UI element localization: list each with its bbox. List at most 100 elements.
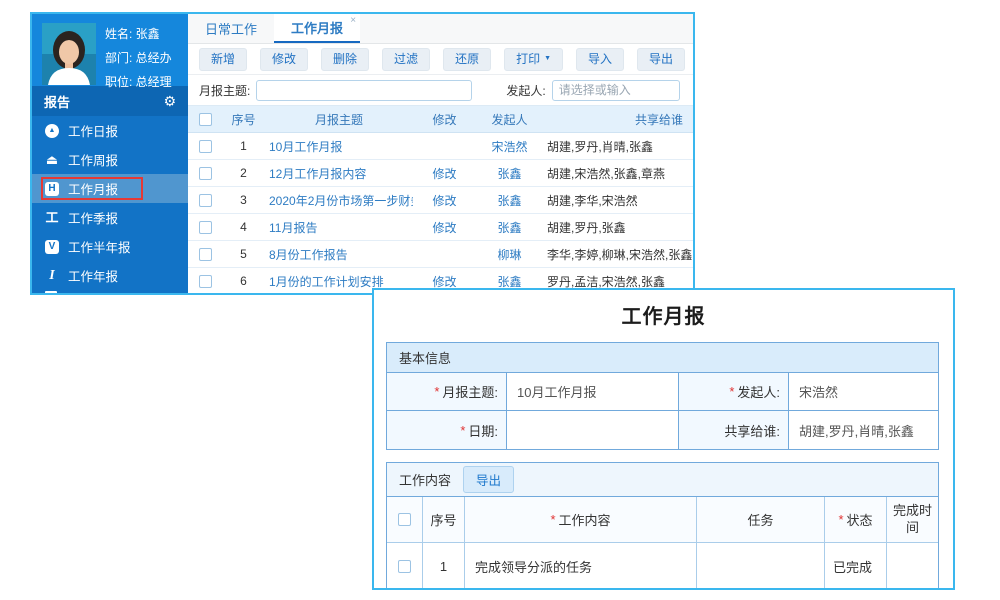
initiator-link[interactable]: 张鑫 bbox=[476, 165, 543, 182]
work-column-content: * 工作内容 bbox=[465, 497, 697, 542]
tab-monthly-report[interactable]: 工作月报 × bbox=[274, 14, 360, 43]
topic-link[interactable]: 12月工作月报内容 bbox=[265, 165, 413, 182]
work-select-all-checkbox[interactable] bbox=[398, 513, 411, 526]
sidebar-section-header: 报告 ⚙ bbox=[32, 86, 188, 116]
modify-link[interactable]: 修改 bbox=[413, 165, 476, 182]
row-no: 2 bbox=[222, 166, 265, 180]
initiator-filter-input[interactable] bbox=[552, 80, 680, 101]
tab-bar: 日常工作 工作月报 × bbox=[188, 14, 693, 44]
work-table-header-row: 序号 * 工作内容 任务 * 状态 完成时间 bbox=[387, 497, 938, 543]
sidebar-item-quarterly-report[interactable]: 工 工作季报 bbox=[32, 203, 188, 232]
sidebar-item-monthly-report[interactable]: H 工作月报 bbox=[32, 174, 188, 203]
work-column-no: 序号 bbox=[423, 497, 465, 542]
work-row-checkbox[interactable] bbox=[398, 560, 411, 573]
work-table-row: 1 完成领导分派的任务 已完成 bbox=[387, 543, 938, 589]
restore-button[interactable]: 还原 bbox=[443, 48, 491, 71]
required-asterisk: * bbox=[838, 512, 843, 527]
row-checkbox[interactable] bbox=[199, 140, 212, 153]
row-checkbox[interactable] bbox=[199, 221, 212, 234]
field-value-shared: 胡建,罗丹,肖晴,张鑫 bbox=[789, 411, 938, 449]
sidebar-item-daily-report[interactable]: ▲ 工作日报 bbox=[32, 116, 188, 145]
work-column-time: 完成时间 bbox=[887, 497, 938, 542]
annual-report-icon: I bbox=[45, 269, 59, 283]
field-label-date: * 日期: bbox=[387, 411, 507, 449]
row-checkbox[interactable] bbox=[199, 248, 212, 261]
add-button[interactable]: 新增 bbox=[199, 48, 247, 71]
column-header-no[interactable]: 序号 bbox=[222, 111, 265, 128]
topic-link[interactable]: 1月份的工作计划安排 bbox=[265, 273, 413, 290]
monthly-report-icon: H bbox=[45, 182, 59, 196]
work-column-status: * 状态 bbox=[825, 497, 887, 542]
export-button-toolbar[interactable]: 导出 bbox=[637, 48, 685, 71]
topic-filter-label: 月报主题: bbox=[199, 82, 250, 99]
print-button-label: 打印 bbox=[516, 52, 540, 67]
table-row: 2 12月工作月报内容 修改 张鑫 胡建,宋浩然,张鑫,章燕 bbox=[188, 160, 693, 187]
weekly-report-icon: ⏏ bbox=[45, 153, 59, 167]
field-label-initiator: * 发起人: bbox=[679, 373, 789, 411]
sidebar: 姓名: 张鑫 部门: 总经办 职位: 总经理 报告 ⚙ ▲ 工作日报 ⏏ 工作周… bbox=[32, 14, 188, 293]
field-label-topic: * 月报主题: bbox=[387, 373, 507, 411]
modify-link[interactable]: 修改 bbox=[413, 273, 476, 290]
detail-title: 工作月报 bbox=[374, 300, 953, 329]
topic-filter-input[interactable] bbox=[256, 80, 472, 101]
initiator-link[interactable]: 柳琳 bbox=[476, 246, 543, 263]
modify-button[interactable]: 修改 bbox=[260, 48, 308, 71]
topic-link[interactable]: 2020年2月份市场第一步财务... bbox=[265, 192, 413, 209]
sidebar-item-label: 工作月报 bbox=[68, 179, 118, 198]
sidebar-item-label: 工作半年报 bbox=[68, 237, 131, 256]
work-content-table: 序号 * 工作内容 任务 * 状态 完成时间 1 完成领导分派的任务 已完成 bbox=[387, 497, 938, 589]
tab-label: 日常工作 bbox=[205, 19, 257, 38]
initiator-link[interactable]: 宋浩然 bbox=[476, 138, 543, 155]
sidebar-item-weekly-report[interactable]: ⏏ 工作周报 bbox=[32, 145, 188, 174]
sidebar-item-annual-report[interactable]: I 工作年报 bbox=[32, 261, 188, 290]
work-content-title: 工作内容 bbox=[399, 470, 451, 489]
modify-link[interactable]: 修改 bbox=[413, 219, 476, 236]
shared-with: 胡建,宋浩然,张鑫,章燕 bbox=[543, 165, 693, 182]
column-header-shared[interactable]: 共享给谁 bbox=[543, 111, 693, 128]
initiator-link[interactable]: 张鑫 bbox=[476, 192, 543, 209]
select-all-checkbox[interactable] bbox=[199, 113, 212, 126]
close-icon[interactable]: × bbox=[350, 15, 356, 26]
row-checkbox[interactable] bbox=[199, 275, 212, 288]
row-checkbox[interactable] bbox=[199, 167, 212, 180]
shared-with: 胡建,李华,宋浩然 bbox=[543, 192, 693, 209]
export-button[interactable]: 导出 bbox=[463, 466, 514, 493]
row-no: 4 bbox=[222, 220, 265, 234]
work-row-time bbox=[887, 543, 938, 589]
sidebar-item-semiannual-report[interactable]: V 工作半年报 bbox=[32, 232, 188, 261]
work-content-header: 工作内容 导出 bbox=[387, 463, 938, 497]
column-header-initiator[interactable]: 发起人 bbox=[476, 111, 543, 128]
print-button[interactable]: 打印 ▼ bbox=[504, 48, 563, 71]
gear-icon[interactable]: ⚙ bbox=[163, 94, 176, 108]
initiator-link[interactable]: 张鑫 bbox=[476, 219, 543, 236]
work-row-content: 完成领导分派的任务 bbox=[465, 543, 697, 589]
required-asterisk: * bbox=[434, 384, 439, 399]
app-window: 姓名: 张鑫 部门: 总经办 职位: 总经理 报告 ⚙ ▲ 工作日报 ⏏ 工作周… bbox=[30, 12, 695, 295]
main-content: 日常工作 工作月报 × 新增 修改 删除 过滤 还原 打印 ▼ 导入 导出 查看… bbox=[188, 14, 693, 293]
modify-link[interactable]: 修改 bbox=[413, 192, 476, 209]
caret-down-icon: ▼ bbox=[544, 55, 551, 64]
topic-link[interactable]: 11月报告 bbox=[265, 219, 413, 236]
sidebar-section-title: 报告 bbox=[44, 92, 70, 111]
topic-link[interactable]: 8月份工作报告 bbox=[265, 246, 413, 263]
row-checkbox[interactable] bbox=[199, 194, 212, 207]
sidebar-item-label: 工作周报 bbox=[68, 150, 118, 169]
filter-button[interactable]: 过滤 bbox=[382, 48, 430, 71]
import-button[interactable]: 导入 bbox=[576, 48, 624, 71]
basic-info-section: 基本信息 * 月报主题: 10月工作月报 * 发起人: 宋浩然 * 日期: 共享… bbox=[386, 342, 939, 450]
column-header-topic[interactable]: 月报主题 bbox=[265, 111, 413, 128]
tab-label: 工作月报 bbox=[291, 18, 343, 37]
work-row-no: 1 bbox=[423, 543, 465, 589]
initiator-link[interactable]: 张鑫 bbox=[476, 273, 543, 290]
row-no: 3 bbox=[222, 193, 265, 207]
column-header-modify[interactable]: 修改 bbox=[413, 111, 476, 128]
report-detail-panel: 工作月报 基本信息 * 月报主题: 10月工作月报 * 发起人: 宋浩然 * 日… bbox=[372, 288, 955, 590]
tab-daily-work[interactable]: 日常工作 bbox=[188, 14, 274, 43]
sidebar-menu: ▲ 工作日报 ⏏ 工作周报 H 工作月报 工 工作季报 V 工作半年报 I bbox=[32, 116, 188, 293]
field-label-shared: 共享给谁: bbox=[679, 411, 789, 449]
table-row: 5 8月份工作报告 柳琳 李华,李婷,柳琳,宋浩然,张鑫 bbox=[188, 241, 693, 268]
topic-link[interactable]: 10月工作月报 bbox=[265, 138, 413, 155]
delete-button[interactable]: 删除 bbox=[321, 48, 369, 71]
partial-item-icon bbox=[45, 291, 57, 293]
required-asterisk: * bbox=[460, 423, 465, 438]
